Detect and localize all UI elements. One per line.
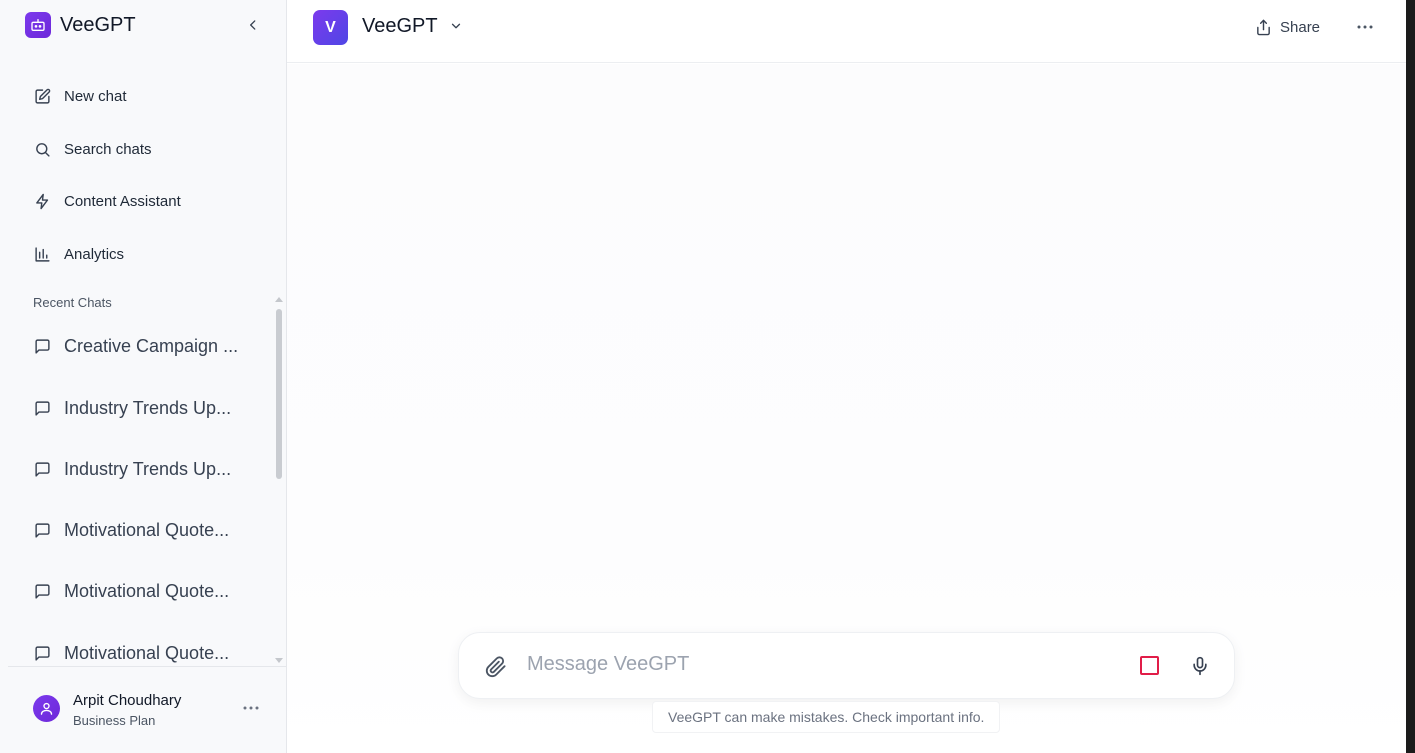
- user-icon: [40, 702, 53, 715]
- recent-chat-item[interactable]: Creative Campaign ...: [33, 334, 248, 358]
- message-input[interactable]: [527, 649, 1117, 679]
- user-name: Arpit Choudhary: [73, 692, 182, 709]
- scroll-down-arrow[interactable]: [275, 658, 283, 663]
- nav-content-assistant[interactable]: Content Assistant: [33, 191, 181, 211]
- robot-icon: [25, 12, 51, 38]
- recent-chat-item[interactable]: Motivational Quote...: [33, 579, 248, 603]
- more-horizontal-icon: [243, 706, 259, 710]
- share-label: Share: [1280, 18, 1321, 36]
- nav-label: Search chats: [64, 140, 152, 158]
- attach-button[interactable]: [483, 654, 509, 680]
- chat-title: Motivational Quote...: [64, 580, 230, 601]
- chat-title: Creative Campaign ...: [64, 335, 239, 356]
- chat-title: Motivational Quote...: [64, 519, 230, 540]
- disclaimer-text: VeeGPT can make mistakes. Check importan…: [652, 701, 1001, 733]
- message-composer: [458, 632, 1235, 699]
- brand-name: VeeGPT: [60, 13, 136, 36]
- voice-input-button[interactable]: [1189, 654, 1211, 678]
- message-square-icon: [33, 644, 51, 662]
- scroll-up-arrow[interactable]: [275, 297, 283, 302]
- user-menu-button[interactable]: [242, 701, 260, 715]
- scrollbar-thumb[interactable]: [276, 309, 282, 479]
- model-badge[interactable]: V: [313, 10, 348, 45]
- nav-search-chats[interactable]: Search chats: [33, 139, 152, 159]
- chat-title: Industry Trends Up...: [64, 397, 232, 418]
- nav-label: Content Assistant: [64, 192, 181, 210]
- more-horizontal-icon: [1357, 25, 1373, 29]
- model-name[interactable]: VeeGPT: [362, 15, 438, 38]
- chat-title: Motivational Quote...: [64, 642, 230, 663]
- model-dropdown-button[interactable]: [449, 19, 463, 33]
- main-panel: V VeeGPT Share Message VeeGPT VeeGPT can…: [287, 0, 1406, 753]
- recent-chat-item[interactable]: Industry Trends Up...: [33, 396, 248, 420]
- app-window: VeeGPT New chat Search chats Content Ass…: [0, 0, 1406, 753]
- paperclip-icon: [485, 656, 506, 678]
- recent-chats-scrollbar[interactable]: [275, 297, 283, 663]
- message-square-icon: [33, 337, 51, 355]
- recent-chats-title: Recent Chats: [33, 295, 112, 310]
- nav-label: Analytics: [64, 245, 125, 263]
- message-square-icon: [33, 521, 51, 539]
- collapse-sidebar-button[interactable]: [244, 16, 262, 34]
- nav-analytics[interactable]: Analytics: [33, 244, 124, 264]
- stop-square-icon: [1140, 656, 1159, 675]
- nav-new-chat[interactable]: New chat: [33, 86, 127, 106]
- recent-chat-item[interactable]: Industry Trends Up...: [33, 457, 248, 481]
- top-bar: V VeeGPT Share: [287, 0, 1406, 63]
- bar-chart-icon: [33, 245, 51, 263]
- microphone-icon: [1193, 656, 1207, 676]
- share-icon: [1257, 19, 1270, 35]
- stop-button[interactable]: [1140, 656, 1160, 676]
- nav-label: New chat: [64, 87, 127, 105]
- more-options-button[interactable]: [1356, 20, 1374, 34]
- avatar: [33, 695, 60, 722]
- user-profile[interactable]: Arpit Choudhary Business Plan: [8, 666, 286, 753]
- sidebar: VeeGPT New chat Search chats Content Ass…: [0, 0, 287, 753]
- brand[interactable]: VeeGPT: [25, 12, 136, 38]
- chevron-down-icon: [451, 23, 461, 29]
- recent-chat-item[interactable]: Motivational Quote...: [33, 641, 248, 665]
- user-plan: Business Plan: [73, 713, 156, 728]
- chevron-left-icon: [250, 20, 256, 30]
- bolt-icon: [33, 192, 51, 210]
- recent-chat-item[interactable]: Motivational Quote...: [33, 518, 248, 542]
- message-square-icon: [33, 460, 51, 478]
- share-button[interactable]: Share: [1255, 15, 1320, 39]
- message-square-icon: [33, 399, 51, 417]
- edit-icon: [33, 87, 51, 105]
- search-icon: [33, 140, 51, 158]
- chat-title: Industry Trends Up...: [64, 458, 232, 479]
- message-square-icon: [33, 582, 51, 600]
